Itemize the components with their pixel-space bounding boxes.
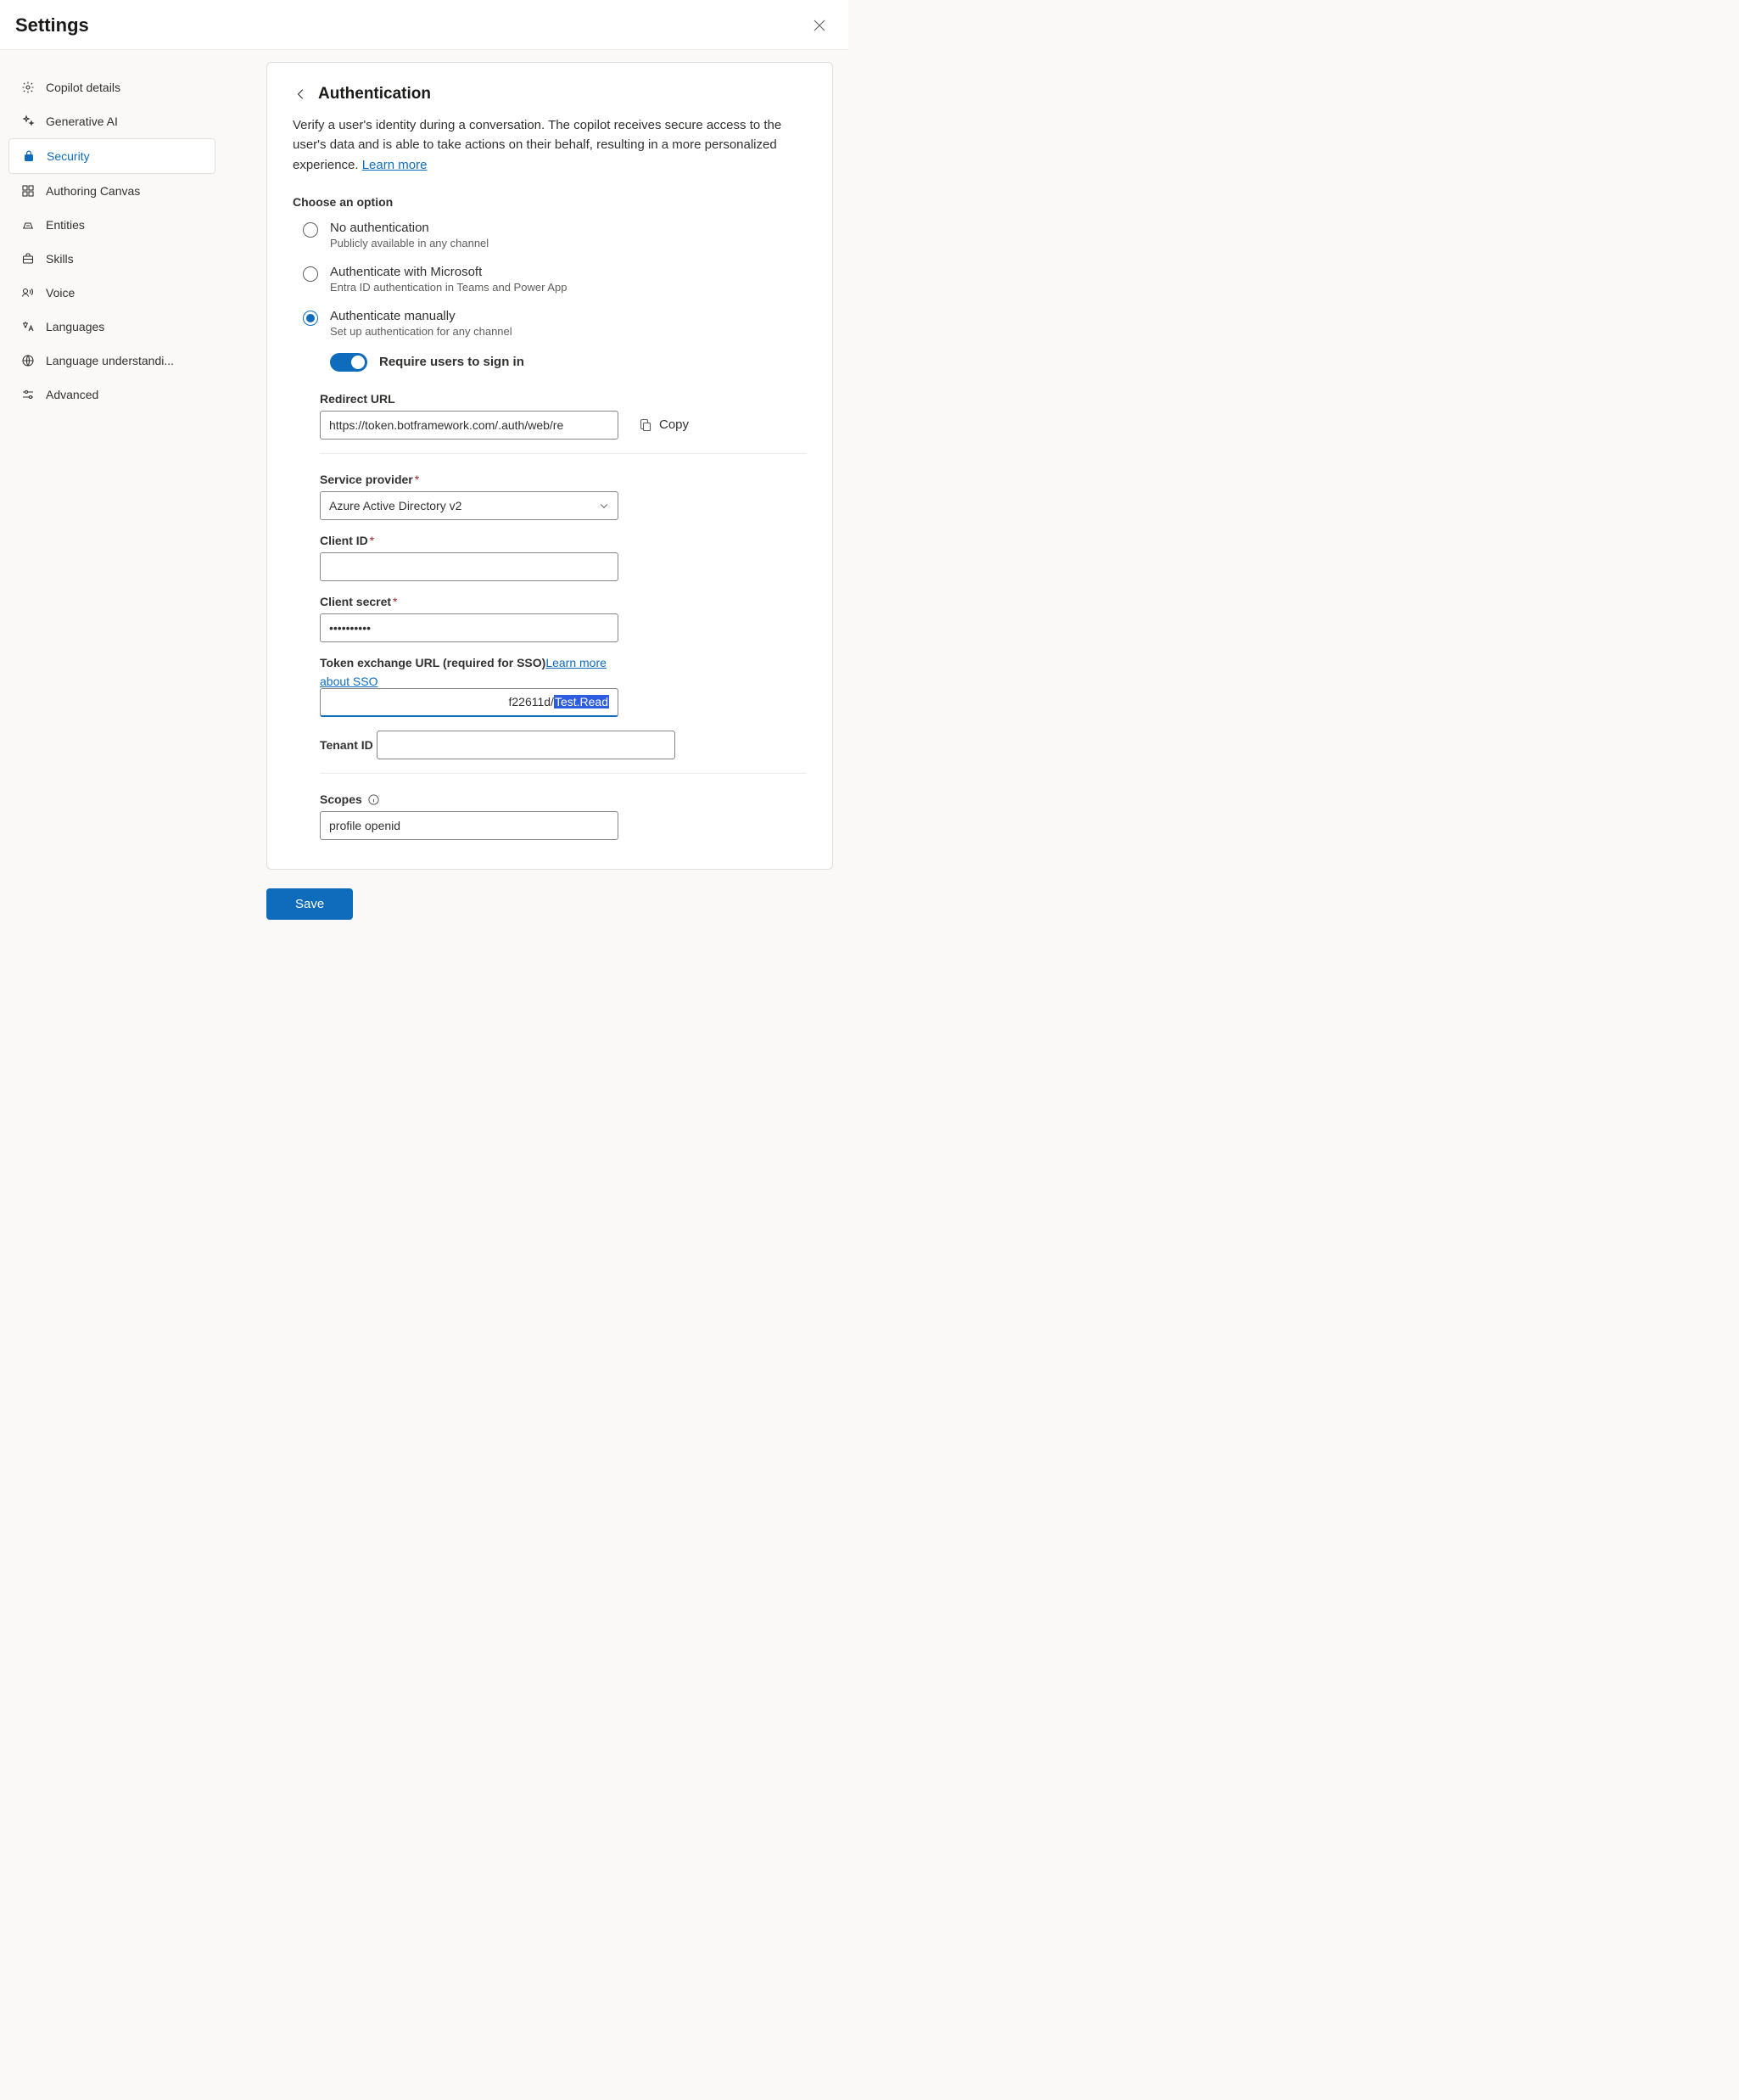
sidebar-item-skills[interactable]: Skills: [8, 242, 215, 276]
scopes-label: Scopes: [320, 792, 362, 806]
sliders-icon: [20, 387, 36, 402]
client-id-input[interactable]: [320, 552, 618, 581]
sidebar-item-copilot-details[interactable]: Copilot details: [8, 70, 215, 104]
close-icon: [813, 19, 826, 32]
radio-authenticate-manually[interactable]: Authenticate manually Set up authenticat…: [303, 309, 807, 338]
radio-label: Authenticate manually: [330, 309, 512, 323]
grid-icon: [20, 183, 36, 199]
sidebar-item-voice[interactable]: Voice: [8, 276, 215, 310]
sidebar-item-entities[interactable]: Entities: [8, 208, 215, 242]
selected-text: Test.Read: [554, 695, 609, 708]
toggle-label: Require users to sign in: [379, 355, 524, 369]
divider: [320, 773, 807, 774]
gear-icon: [20, 80, 36, 95]
sidebar-item-label: Languages: [46, 320, 104, 333]
translate-icon: [20, 319, 36, 334]
token-exchange-label: Token exchange URL (required for SSO): [320, 656, 545, 669]
lock-icon: [21, 148, 36, 164]
settings-header: Settings: [0, 0, 848, 50]
divider: [320, 453, 807, 454]
voice-icon: [20, 285, 36, 300]
sidebar-item-label: Entities: [46, 218, 85, 232]
client-secret-label: Client secret: [320, 595, 391, 608]
briefcase-icon: [20, 251, 36, 266]
section-title: Authentication: [318, 85, 431, 104]
copy-icon: [639, 418, 652, 432]
entity-icon: [20, 217, 36, 232]
learn-more-link[interactable]: Learn more: [362, 158, 428, 172]
page-title: Settings: [15, 14, 89, 36]
tenant-id-label: Tenant ID: [320, 738, 373, 752]
section-description: Verify a user's identity during a conver…: [293, 115, 807, 175]
sidebar-item-label: Voice: [46, 286, 75, 300]
authentication-panel: Authentication Verify a user's identity …: [266, 62, 833, 870]
radio-icon: [303, 222, 318, 238]
sidebar-item-authoring-canvas[interactable]: Authoring Canvas: [8, 174, 215, 208]
radio-sublabel: Set up authentication for any channel: [330, 325, 512, 338]
globe-icon: [20, 353, 36, 368]
tenant-id-input[interactable]: [377, 731, 675, 759]
chevron-left-icon: [295, 88, 307, 100]
sidebar-item-language-understanding[interactable]: Language understandi...: [8, 344, 215, 378]
sidebar-item-label: Authoring Canvas: [46, 184, 140, 198]
choose-option-label: Choose an option: [293, 195, 807, 209]
info-icon[interactable]: [367, 793, 381, 807]
chevron-down-icon: [599, 501, 609, 511]
radio-no-authentication[interactable]: No authentication Publicly available in …: [303, 221, 807, 249]
token-exchange-input[interactable]: f22611d/Test.Read: [320, 688, 618, 717]
client-secret-input[interactable]: [320, 613, 618, 642]
radio-icon: [303, 266, 318, 282]
sidebar-item-label: Security: [47, 149, 90, 163]
radio-authenticate-microsoft[interactable]: Authenticate with Microsoft Entra ID aut…: [303, 265, 807, 294]
close-button[interactable]: [806, 12, 833, 39]
settings-sidebar: Copilot details Generative AI Security A…: [8, 62, 215, 412]
radio-label: Authenticate with Microsoft: [330, 265, 567, 279]
sidebar-item-label: Copilot details: [46, 81, 120, 94]
radio-sublabel: Entra ID authentication in Teams and Pow…: [330, 281, 567, 294]
radio-label: No authentication: [330, 221, 489, 235]
service-provider-label: Service provider: [320, 473, 413, 486]
client-id-label: Client ID: [320, 534, 368, 547]
sidebar-item-label: Generative AI: [46, 115, 118, 128]
scopes-input[interactable]: [320, 811, 618, 840]
copy-button[interactable]: Copy: [634, 414, 694, 435]
back-button[interactable]: [293, 86, 310, 103]
sidebar-item-label: Advanced: [46, 388, 98, 401]
sidebar-item-languages[interactable]: Languages: [8, 310, 215, 344]
redirect-url-label: Redirect URL: [320, 392, 395, 406]
require-signin-toggle[interactable]: [330, 353, 367, 372]
sidebar-item-label: Language understandi...: [46, 354, 174, 367]
service-provider-select[interactable]: Azure Active Directory v2: [320, 491, 618, 520]
sidebar-item-generative-ai[interactable]: Generative AI: [8, 104, 215, 138]
save-button[interactable]: Save: [266, 888, 353, 920]
sparkle-icon: [20, 114, 36, 129]
redirect-url-input[interactable]: [320, 411, 618, 440]
radio-sublabel: Publicly available in any channel: [330, 237, 489, 249]
sidebar-item-security[interactable]: Security: [8, 138, 215, 174]
sidebar-item-advanced[interactable]: Advanced: [8, 378, 215, 412]
radio-icon: [303, 311, 318, 326]
sidebar-item-label: Skills: [46, 252, 74, 266]
